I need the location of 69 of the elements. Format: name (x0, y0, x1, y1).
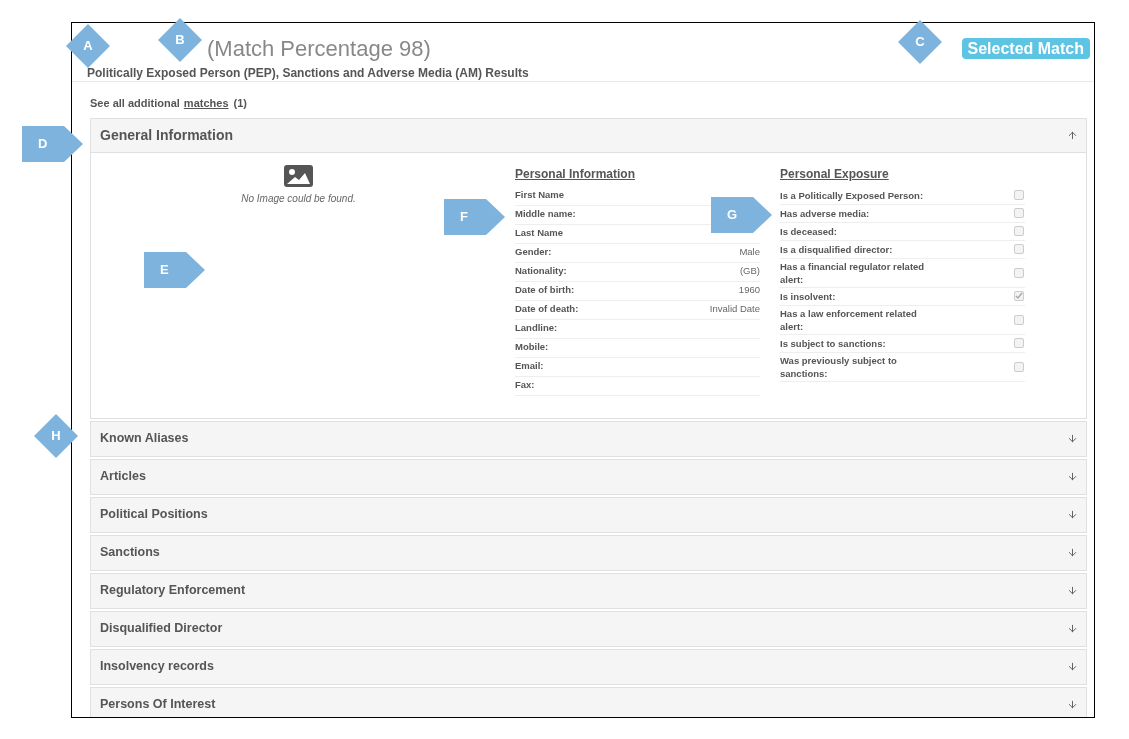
exposure-label: Is deceased: (780, 224, 839, 238)
accordion-header[interactable]: General Information (91, 118, 1086, 153)
checkbox[interactable] (1014, 361, 1024, 372)
field-label: Mobile: (515, 340, 549, 355)
accordion-header[interactable]: Known Aliases (91, 421, 1086, 456)
checkbox[interactable] (1014, 190, 1024, 200)
field-label: Date of death: (515, 302, 579, 317)
field-label: Date of birth: (515, 283, 575, 298)
match-count: (1) (233, 96, 247, 111)
expand-arrow-icon (1067, 699, 1078, 710)
callout-marker: B (158, 18, 202, 62)
additional-matches-text: See all additional (90, 96, 180, 111)
checkbox[interactable] (1014, 314, 1024, 325)
expand-arrow-icon (1067, 509, 1078, 520)
expand-arrow-icon (1067, 623, 1078, 634)
field-label: Nationality: (515, 264, 567, 279)
exposure-label: Has a financial regulator related alert: (780, 259, 926, 286)
callout-marker: C (898, 20, 942, 64)
field-label: Gender: (515, 245, 552, 260)
field-label: Last Name (515, 226, 564, 241)
no-image-note: No Image could be found. (241, 191, 356, 206)
checkbox[interactable] (1014, 267, 1024, 278)
accordion-header[interactable]: Insolvency records (91, 649, 1086, 684)
field-label: Fax: (515, 378, 535, 393)
exposure-label: Is subject to sanctions: (780, 336, 887, 350)
match-title: (Match Percentage 98) (207, 35, 431, 63)
exposure-label: Has adverse media: (780, 206, 871, 220)
accordion-header[interactable]: Sanctions (91, 535, 1086, 570)
field-label: Email: (515, 359, 544, 374)
expand-arrow-icon (1067, 547, 1078, 558)
exposure-label: Is a disqualified director: (780, 242, 894, 256)
callout-marker: E (144, 252, 205, 288)
expand-arrow-icon (1067, 661, 1078, 672)
field-value: 1960 (738, 283, 760, 298)
checkbox[interactable] (1014, 244, 1024, 254)
callout-marker: A (66, 24, 110, 68)
callout-marker: F (444, 199, 505, 235)
field-label: Landline: (515, 321, 558, 336)
field-label: Middle name: (515, 207, 576, 222)
field-value: (GB) (739, 264, 760, 279)
callout-marker: D (22, 126, 83, 162)
selected-match-badge: Selected Match (961, 38, 1090, 59)
field-value: Male (739, 245, 760, 260)
section-heading: Personal Exposure (780, 165, 889, 183)
section-heading: Personal Information (515, 165, 636, 183)
accordion-header[interactable]: Political Positions (91, 497, 1086, 532)
exposure-label: Has a law enforcement related alert: (780, 306, 918, 333)
results-subtitle: Politically Exposed Person (PEP), Sanctions and Adverse Media (AM) Results (87, 65, 529, 81)
collapse-arrow-icon (1067, 129, 1078, 141)
field-value: Invalid Date (709, 302, 760, 317)
accordion-header[interactable]: Persons Of Interest (91, 687, 1086, 717)
callout-marker: H (34, 414, 78, 458)
callout-marker: G (711, 197, 772, 233)
expand-arrow-icon (1067, 471, 1078, 482)
checkbox[interactable] (1014, 226, 1024, 236)
accordion-header[interactable]: Regulatory Enforcement (91, 573, 1086, 608)
expand-arrow-icon (1067, 433, 1078, 444)
checkbox[interactable] (1014, 208, 1024, 218)
checkbox[interactable] (1014, 338, 1024, 348)
accordion-header[interactable]: Disqualified Director (91, 611, 1086, 646)
checkbox[interactable] (1014, 291, 1024, 301)
image-placeholder-icon (284, 164, 313, 187)
exposure-label: Is a Politically Exposed Person: (780, 188, 925, 202)
field-label: First Name (515, 188, 565, 203)
accordion-header[interactable]: Articles (91, 459, 1086, 494)
exposure-label: Was previously subject to sanctions: (780, 353, 898, 380)
expand-arrow-icon (1067, 585, 1078, 596)
exposure-label: Is insolvent: (780, 289, 837, 303)
matches-link[interactable]: matches (183, 95, 229, 112)
